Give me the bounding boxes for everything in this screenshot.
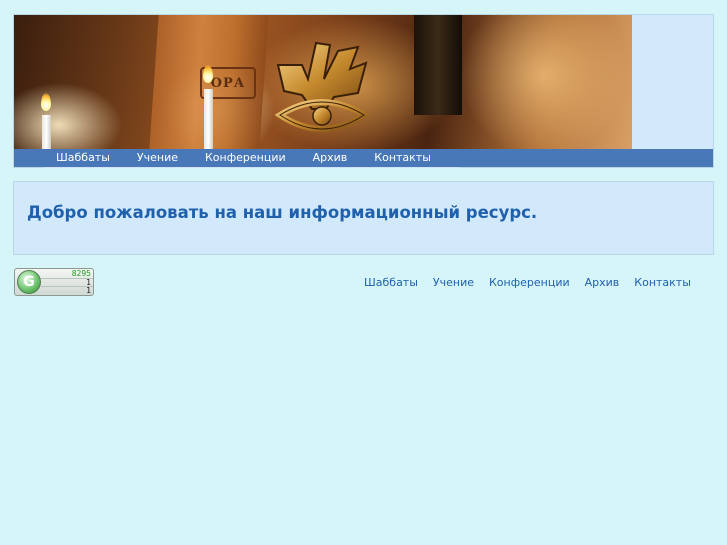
footer-nav: Шаббаты Учение Конференции Архив Контакт… (364, 276, 706, 289)
footer-link-conferences[interactable]: Конференции (489, 276, 570, 289)
flame-center (203, 65, 213, 83)
candle-center (204, 89, 213, 149)
welcome-panel: Добро пожаловать на наш информационный р… (13, 181, 714, 255)
counter-online: 1 (86, 286, 91, 295)
footer-link-shabbats[interactable]: Шаббаты (364, 276, 418, 289)
nav-link-contacts[interactable]: Контакты (374, 149, 431, 167)
welcome-heading: Добро пожаловать на наш информационный р… (27, 203, 538, 222)
nav-link-archive[interactable]: Архив (313, 149, 348, 167)
visitor-counter[interactable]: G 8295 1 1 (14, 268, 94, 296)
top-nav-bar: Шаббаты Учение Конференции Архив Контакт… (13, 149, 714, 168)
candle-left (42, 115, 51, 149)
footer-link-contacts[interactable]: Контакты (634, 276, 691, 289)
footer-link-archive[interactable]: Архив (585, 276, 620, 289)
dark-book-image (414, 15, 462, 115)
nav-link-shabbats[interactable]: Шаббаты (56, 149, 110, 167)
nav-link-conferences[interactable]: Конференции (205, 149, 286, 167)
top-nav-items: Шаббаты Учение Конференции Архив Контакт… (43, 149, 459, 168)
counter-logo-icon: G (17, 270, 41, 294)
header-banner-image: ОРА (14, 15, 632, 149)
footer-link-study[interactable]: Учение (433, 276, 474, 289)
counter-total: 8295 (71, 269, 91, 278)
nav-link-study[interactable]: Учение (137, 149, 178, 167)
flame-left (41, 93, 51, 111)
shin-emblem-icon (274, 41, 370, 132)
page-container: ОРА Шаббаты Учение Конференции Архив Кон… (13, 14, 714, 255)
header-banner-row: ОРА (13, 14, 714, 149)
